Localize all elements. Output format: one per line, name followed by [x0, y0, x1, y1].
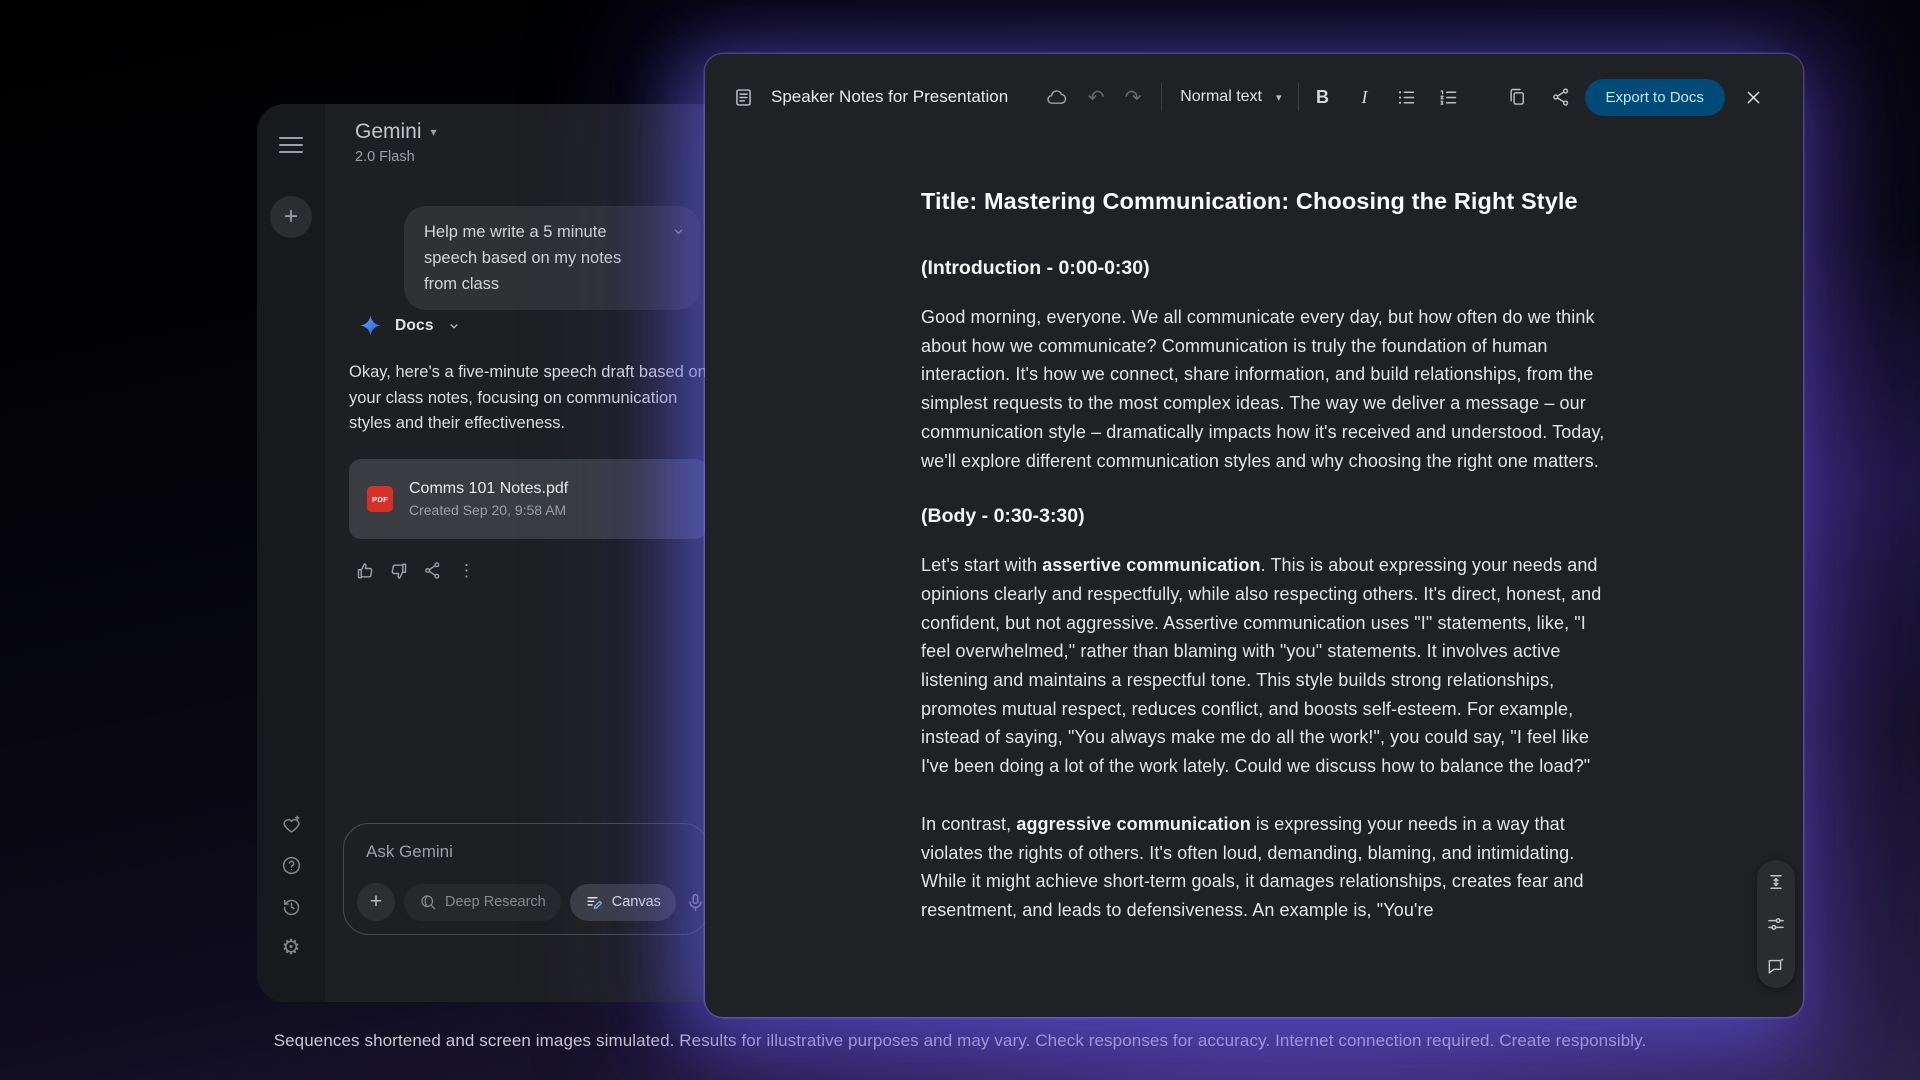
chevron-down-icon[interactable] [671, 224, 686, 239]
user-message-bubble[interactable]: Help me write a 5 minute speech based on… [404, 206, 700, 310]
share-icon[interactable] [1549, 85, 1573, 109]
numbered-list-button[interactable] [1437, 85, 1461, 109]
new-chat-button[interactable]: + [270, 196, 312, 238]
doc-paragraph: Let's start with assertive communication… [921, 551, 1613, 781]
copy-icon[interactable] [1505, 85, 1529, 109]
divider [1298, 83, 1299, 111]
doc-paragraph: Good morning, everyone. We all communica… [921, 303, 1613, 475]
file-name: Comms 101 Notes.pdf [409, 480, 568, 498]
document-heading: Title: Mastering Communication: Choosing… [921, 184, 1613, 218]
response-tool-row[interactable]: Docs [359, 314, 461, 337]
italic-button[interactable]: I [1353, 87, 1377, 108]
chip-label: Deep Research [445, 894, 546, 910]
microphone-icon[interactable] [685, 892, 706, 913]
document-outline-icon[interactable] [731, 85, 755, 109]
doc-paragraph: In contrast, aggressive communication is… [921, 810, 1613, 925]
canvas-chip[interactable]: Canvas [570, 884, 676, 921]
divider [1161, 83, 1162, 111]
model-label: 2.0 Flash [355, 149, 437, 165]
text-style-dropdown[interactable]: Normal text ▾ [1180, 88, 1281, 106]
document-content[interactable]: Title: Mastering Communication: Choosing… [705, 140, 1613, 925]
tool-label: Docs [395, 317, 434, 335]
response-text: Okay, here's a five-minute speech draft … [349, 360, 707, 437]
section-heading: (Body - 0:30-3:30) [921, 504, 1613, 529]
canvas-toolbar: Speaker Notes for Presentation ↶ ↷ Norma… [705, 54, 1803, 140]
canvas-panel: Speaker Notes for Presentation ↶ ↷ Norma… [705, 54, 1803, 1017]
thumbs-down-icon[interactable] [387, 559, 410, 582]
canvas-icon [585, 893, 604, 912]
close-icon[interactable] [1742, 85, 1766, 109]
settings-gear-icon[interactable]: ⚙ [280, 936, 302, 958]
chevron-down-icon: ▾ [431, 125, 437, 139]
help-icon[interactable] [280, 854, 302, 876]
app-title: Gemini [355, 120, 422, 144]
canvas-quick-actions [1757, 860, 1795, 988]
cloud-saved-icon [1044, 85, 1068, 109]
feedback-row: ⋮ [353, 559, 478, 582]
prompt-input[interactable]: Ask Gemini + Deep Research Canvas [343, 823, 709, 935]
undo-icon[interactable]: ↶ [1084, 85, 1108, 109]
chip-label: Canvas [612, 894, 661, 910]
suggest-edits-icon[interactable] [1766, 956, 1786, 976]
redo-icon[interactable]: ↷ [1121, 85, 1145, 109]
deep-research-icon [419, 893, 437, 911]
prompt-placeholder: Ask Gemini [366, 842, 453, 862]
text-style-value: Normal text [1180, 88, 1262, 106]
chevron-down-icon [447, 319, 461, 333]
more-options-icon[interactable]: ⋮ [455, 559, 478, 582]
gems-icon[interactable] [280, 813, 302, 835]
disclaimer-text: Sequences shortened and screen images si… [0, 1031, 1920, 1051]
pdf-icon: PDF [367, 486, 393, 512]
document-body: (Introduction - 0:00-0:30) Good morning, … [921, 256, 1613, 925]
gemini-header: Gemini ▾ 2.0 Flash [355, 120, 437, 165]
bold-button[interactable]: B [1311, 87, 1335, 108]
chevron-down-icon: ▾ [1276, 91, 1282, 104]
file-meta: Created Sep 20, 9:58 AM [409, 502, 568, 518]
bulleted-list-button[interactable] [1395, 85, 1419, 109]
menu-icon[interactable] [279, 132, 303, 158]
add-attachment-button[interactable]: + [357, 883, 395, 921]
thumbs-up-icon[interactable] [353, 559, 376, 582]
history-icon[interactable] [280, 895, 302, 917]
attachment-card[interactable]: PDF Comms 101 Notes.pdf Created Sep 20, … [349, 459, 707, 539]
share-icon[interactable] [421, 559, 444, 582]
adjust-length-icon[interactable] [1766, 872, 1786, 892]
document-title[interactable]: Speaker Notes for Presentation [771, 87, 1008, 107]
deep-research-chip[interactable]: Deep Research [404, 884, 561, 921]
gemini-sidebar: + ⚙ [257, 104, 325, 1002]
tune-icon[interactable] [1766, 914, 1786, 934]
section-heading: (Introduction - 0:00-0:30) [921, 256, 1613, 281]
export-to-docs-button[interactable]: Export to Docs [1585, 79, 1725, 116]
gemini-sparkle-icon [359, 314, 382, 337]
user-message-text: Help me write a 5 minute speech based on… [424, 223, 621, 293]
model-switcher[interactable]: Gemini ▾ [355, 120, 437, 144]
